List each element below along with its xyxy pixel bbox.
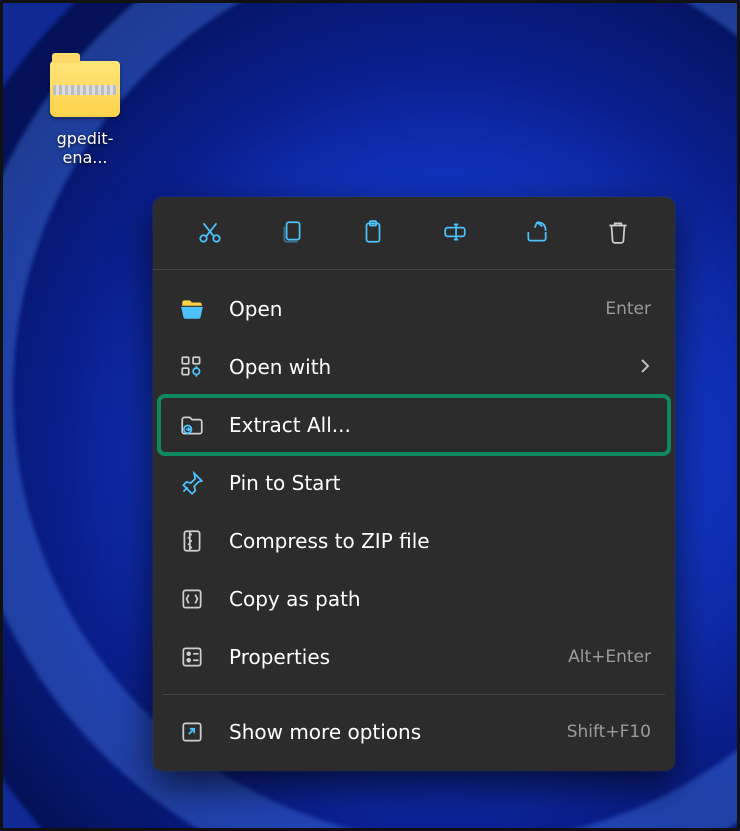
menu-item-shortcut: Enter (605, 299, 651, 319)
chevron-right-icon (639, 355, 651, 379)
paste-button[interactable] (332, 215, 414, 253)
menu-item-pin-to-start[interactable]: Pin to Start (159, 454, 669, 512)
open-with-icon (177, 352, 207, 382)
menu-item-compress-zip[interactable]: Compress to ZIP file (159, 512, 669, 570)
delete-button[interactable] (577, 215, 659, 253)
menu-item-label: Open with (229, 355, 631, 379)
cut-button[interactable] (169, 215, 251, 253)
menu-item-properties[interactable]: Properties Alt+Enter (159, 628, 669, 686)
compress-icon (177, 526, 207, 556)
pin-icon (177, 468, 207, 498)
menu-separator (163, 694, 665, 695)
extract-icon (177, 410, 207, 440)
context-menu-toolbar (153, 197, 675, 270)
delete-icon (605, 219, 631, 249)
folder-open-icon (177, 294, 207, 324)
menu-item-label: Extract All... (229, 413, 651, 437)
cut-icon (197, 219, 223, 249)
menu-item-open-with[interactable]: Open with (159, 338, 669, 396)
desktop-zip-file-icon[interactable]: gpedit-ena... (35, 61, 135, 167)
menu-item-extract-all[interactable]: Extract All... (159, 396, 669, 454)
menu-item-open[interactable]: Open Enter (159, 280, 669, 338)
menu-item-shortcut: Alt+Enter (568, 647, 651, 667)
desktop-icon-label: gpedit-ena... (35, 129, 135, 167)
copy-path-icon (177, 584, 207, 614)
menu-item-label: Open (229, 297, 605, 321)
paste-icon (360, 219, 386, 249)
menu-item-show-more-options[interactable]: Show more options Shift+F10 (159, 703, 669, 761)
copy-button[interactable] (251, 215, 333, 253)
context-menu-list: Open Enter Open with Extract All... Pin … (153, 270, 675, 761)
menu-item-copy-as-path[interactable]: Copy as path (159, 570, 669, 628)
menu-item-label: Show more options (229, 720, 567, 744)
share-icon (524, 219, 550, 249)
menu-item-label: Copy as path (229, 587, 651, 611)
menu-item-shortcut: Shift+F10 (567, 722, 651, 742)
show-more-icon (177, 717, 207, 747)
zip-folder-icon (50, 61, 120, 117)
menu-item-label: Pin to Start (229, 471, 651, 495)
properties-icon (177, 642, 207, 672)
rename-icon (442, 219, 468, 249)
copy-icon (279, 219, 305, 249)
menu-item-label: Compress to ZIP file (229, 529, 651, 553)
share-button[interactable] (496, 215, 578, 253)
rename-button[interactable] (414, 215, 496, 253)
context-menu: Open Enter Open with Extract All... Pin … (153, 197, 675, 771)
menu-item-label: Properties (229, 645, 568, 669)
